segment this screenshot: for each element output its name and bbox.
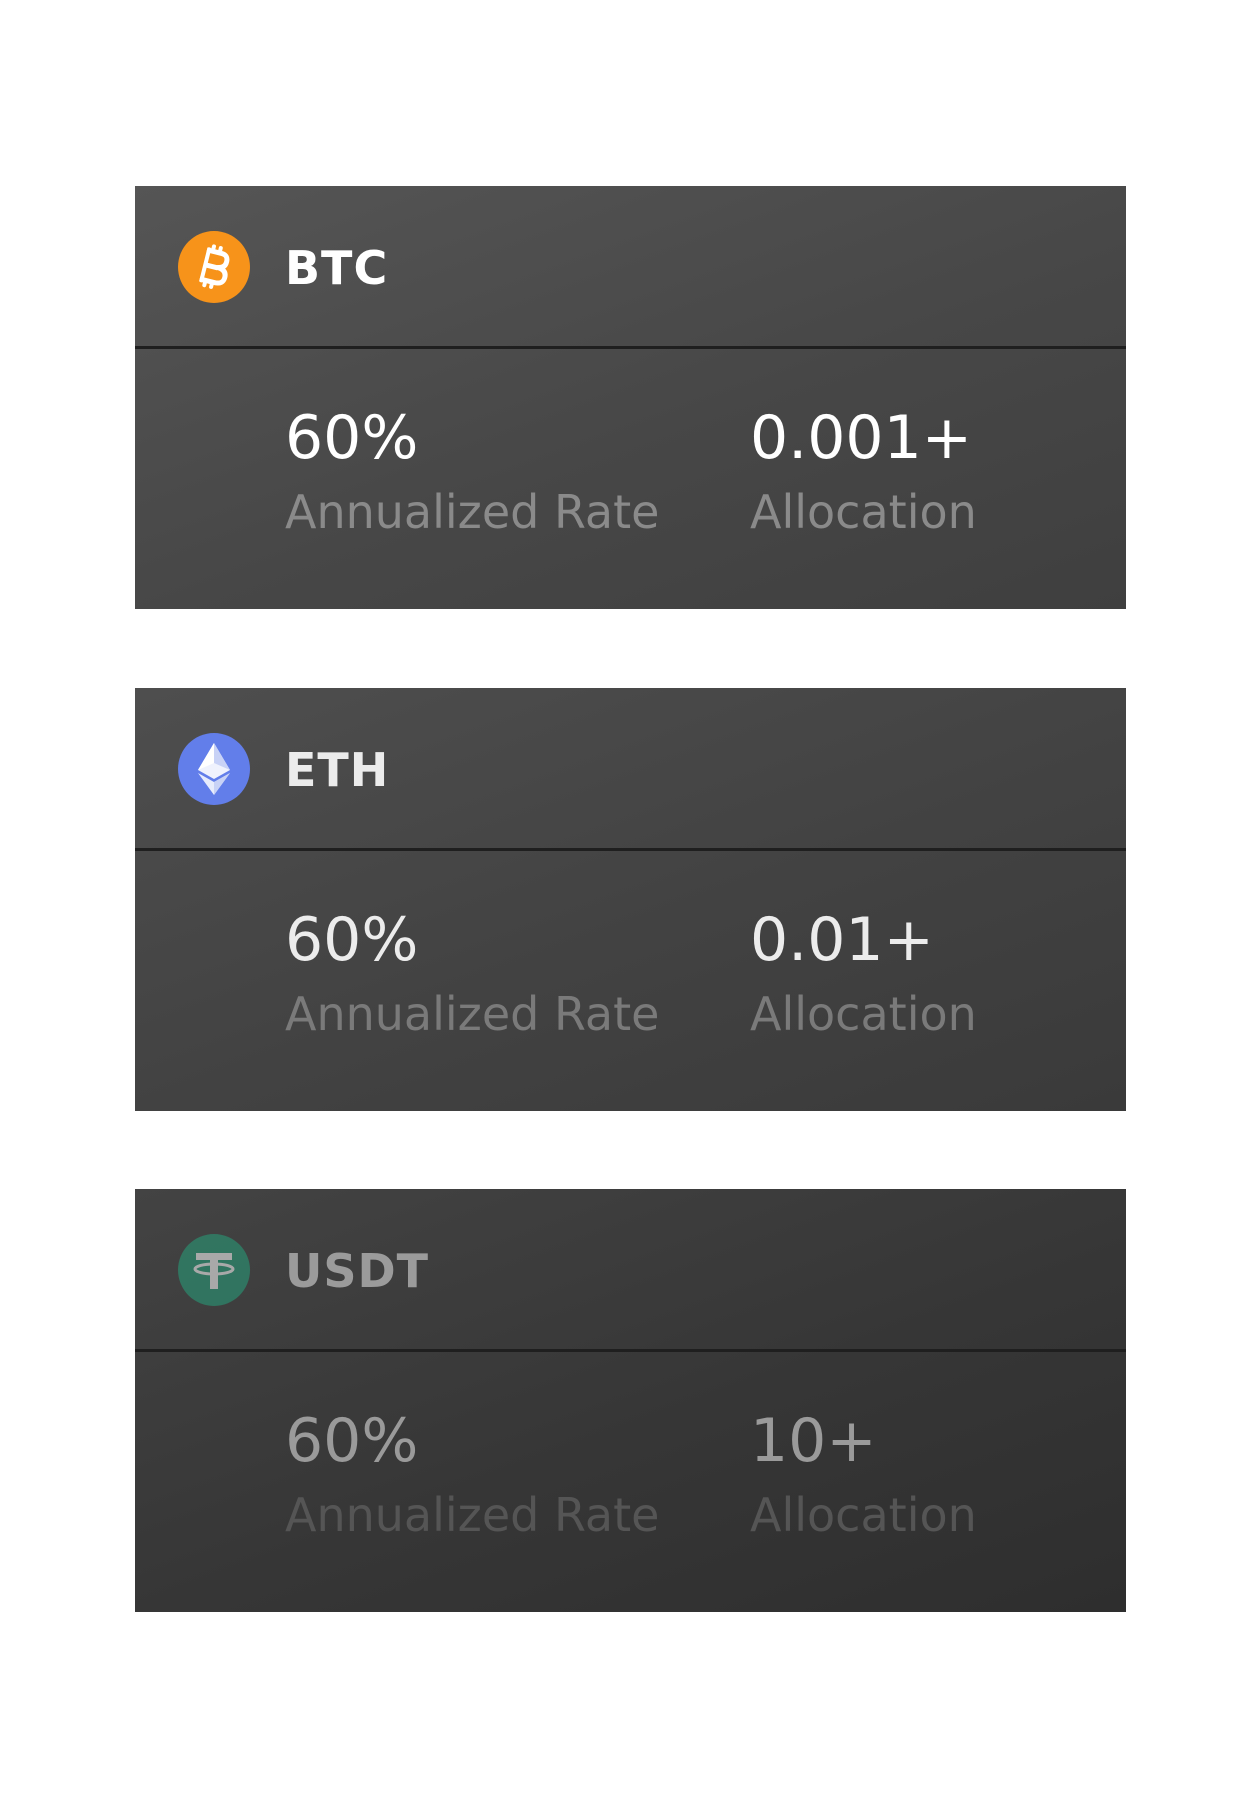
allocation-value: 0.001+ — [750, 403, 973, 473]
product-card-usdt[interactable]: USDT 60% Annualized Rate 10+ Allocation — [135, 1189, 1126, 1612]
allocation-label: Allocation — [750, 1488, 977, 1542]
rate-value: 60% — [285, 905, 419, 975]
allocation: 0.01+ Allocation — [750, 904, 977, 1042]
product-card-btc[interactable]: BTC 60% Annualized Rate 0.001+ Allocatio… — [135, 186, 1126, 609]
allocation-value: 10+ — [750, 1406, 877, 1476]
allocation: 0.001+ Allocation — [750, 402, 977, 540]
allocation: 10+ Allocation — [750, 1405, 977, 1543]
card-header: USDT — [135, 1189, 1126, 1352]
coin-symbol: BTC — [285, 241, 389, 295]
rate-label: Annualized Rate — [285, 485, 660, 539]
ethereum-icon — [178, 733, 250, 805]
tether-icon — [178, 1234, 250, 1306]
rate-label: Annualized Rate — [285, 987, 660, 1041]
rate-value: 60% — [285, 403, 419, 473]
card-header: ETH — [135, 688, 1126, 851]
allocation-value: 0.01+ — [750, 905, 934, 975]
coin-symbol: ETH — [285, 743, 390, 797]
allocation-label: Allocation — [750, 987, 977, 1041]
annualized-rate: 60% Annualized Rate — [285, 402, 659, 540]
rate-value: 60% — [285, 1406, 419, 1476]
annualized-rate: 60% Annualized Rate — [285, 904, 659, 1042]
card-header: BTC — [135, 186, 1126, 349]
bitcoin-icon — [178, 231, 250, 303]
product-list: BTC 60% Annualized Rate 0.001+ Allocatio… — [0, 0, 1260, 1800]
coin-symbol: USDT — [285, 1244, 430, 1298]
product-card-eth[interactable]: ETH 60% Annualized Rate 0.01+ Allocation — [135, 688, 1126, 1111]
annualized-rate: 60% Annualized Rate — [285, 1405, 659, 1543]
rate-label: Annualized Rate — [285, 1488, 660, 1542]
allocation-label: Allocation — [750, 485, 977, 539]
